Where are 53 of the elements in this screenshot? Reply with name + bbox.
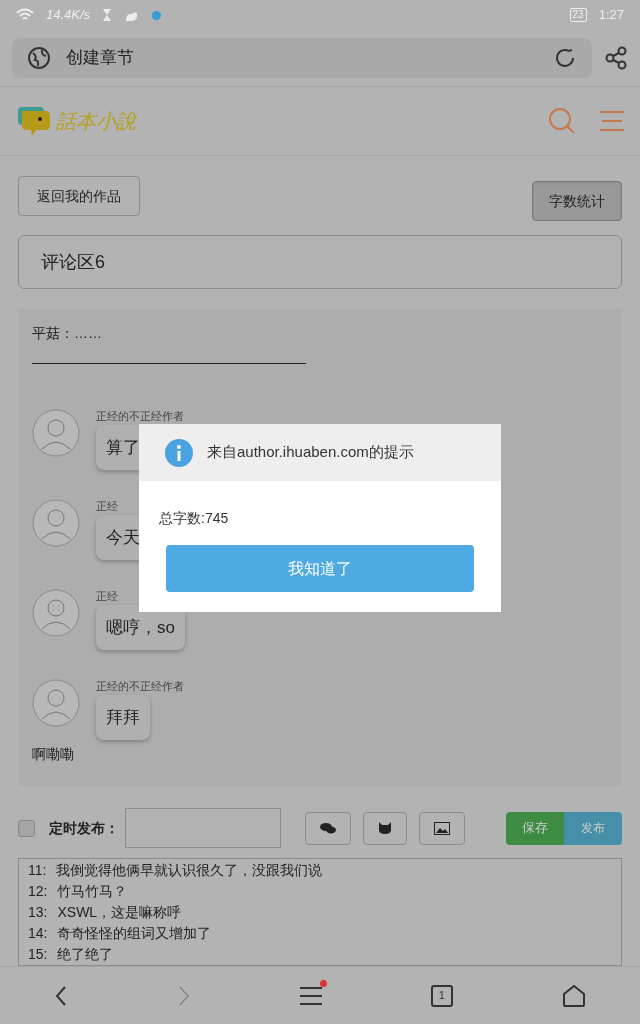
author-name: 正经 <box>96 589 119 603</box>
editor-line: 奇奇怪怪的组词又增加了 <box>57 924 212 943</box>
share-icon[interactable] <box>604 46 628 70</box>
avatar <box>32 589 80 637</box>
editor-line: 竹马竹马？ <box>57 882 128 901</box>
globe-icon <box>28 47 50 69</box>
schedule-time-field[interactable] <box>125 808 281 848</box>
word-count-button[interactable]: 字数统计 <box>532 181 622 221</box>
page-title: 创建章节 <box>66 47 135 70</box>
image-icon <box>434 821 450 835</box>
home-icon[interactable] <box>561 983 586 1008</box>
avatar <box>32 679 80 727</box>
author-name: 正经的不正经作者 <box>96 409 184 423</box>
network-speed: 14.4K/s <box>46 6 91 25</box>
image-button[interactable] <box>419 811 465 845</box>
intro-text: 平菇：…… <box>32 324 103 343</box>
wifi-icon <box>16 8 34 22</box>
line-number: 11: <box>28 861 47 880</box>
editor-line: XSWL，这是嘛称呼 <box>57 903 182 922</box>
editor-line: 绝了绝了 <box>57 945 114 964</box>
line-number: 15: <box>28 945 48 964</box>
author-name: 正经 <box>96 499 119 513</box>
app-icon <box>152 10 162 20</box>
schedule-checkbox[interactable] <box>18 819 35 837</box>
line-number: 12: <box>28 882 48 901</box>
trailing-text: 啊嘞嘞 <box>32 745 75 764</box>
clock: 1:27 <box>598 6 624 25</box>
dialog-message: 总字数:745 <box>159 509 230 528</box>
author-name: 正经的不正经作者 <box>96 679 184 693</box>
menu-icon[interactable] <box>300 984 322 1007</box>
avatar <box>32 409 80 457</box>
divider-line: ————————————————————— <box>32 353 307 372</box>
chapter-title-field[interactable]: 评论区6 <box>18 235 622 289</box>
address-bar[interactable]: 创建章节 <box>12 38 592 78</box>
cat-icon <box>378 822 392 834</box>
schedule-label: 定时发布： <box>49 818 119 838</box>
hourglass-icon <box>102 8 113 22</box>
github-button[interactable] <box>363 811 407 845</box>
avatar <box>32 499 80 547</box>
dialog-title: 来自author.ihuaben.com的提示 <box>207 442 414 463</box>
battery-icon: 23 <box>569 8 587 22</box>
tabs-button[interactable]: 1 <box>430 984 453 1007</box>
line-number: 13: <box>28 903 48 922</box>
info-icon <box>165 438 193 467</box>
refresh-icon[interactable] <box>554 47 576 69</box>
chat-bubble: 拜拜 <box>96 695 150 740</box>
editor-area[interactable]: 11: 我倒觉得他俩早就认识很久了，没跟我们说 12: 竹马竹马？ 13: XSWL，这是嘛称呼 14: 奇奇怪怪的组词又增加了 15: 绝了绝了 <box>18 858 622 966</box>
speech-bubbles-icon <box>320 822 336 834</box>
back-icon[interactable] <box>54 984 69 1007</box>
comment-button[interactable] <box>305 811 351 845</box>
back-to-works-button[interactable]: 返回我的作品 <box>18 176 140 216</box>
line-number: 14: <box>28 924 48 943</box>
editor-line: 我倒觉得他俩早就认识很久了，没跟我们说 <box>56 861 323 880</box>
